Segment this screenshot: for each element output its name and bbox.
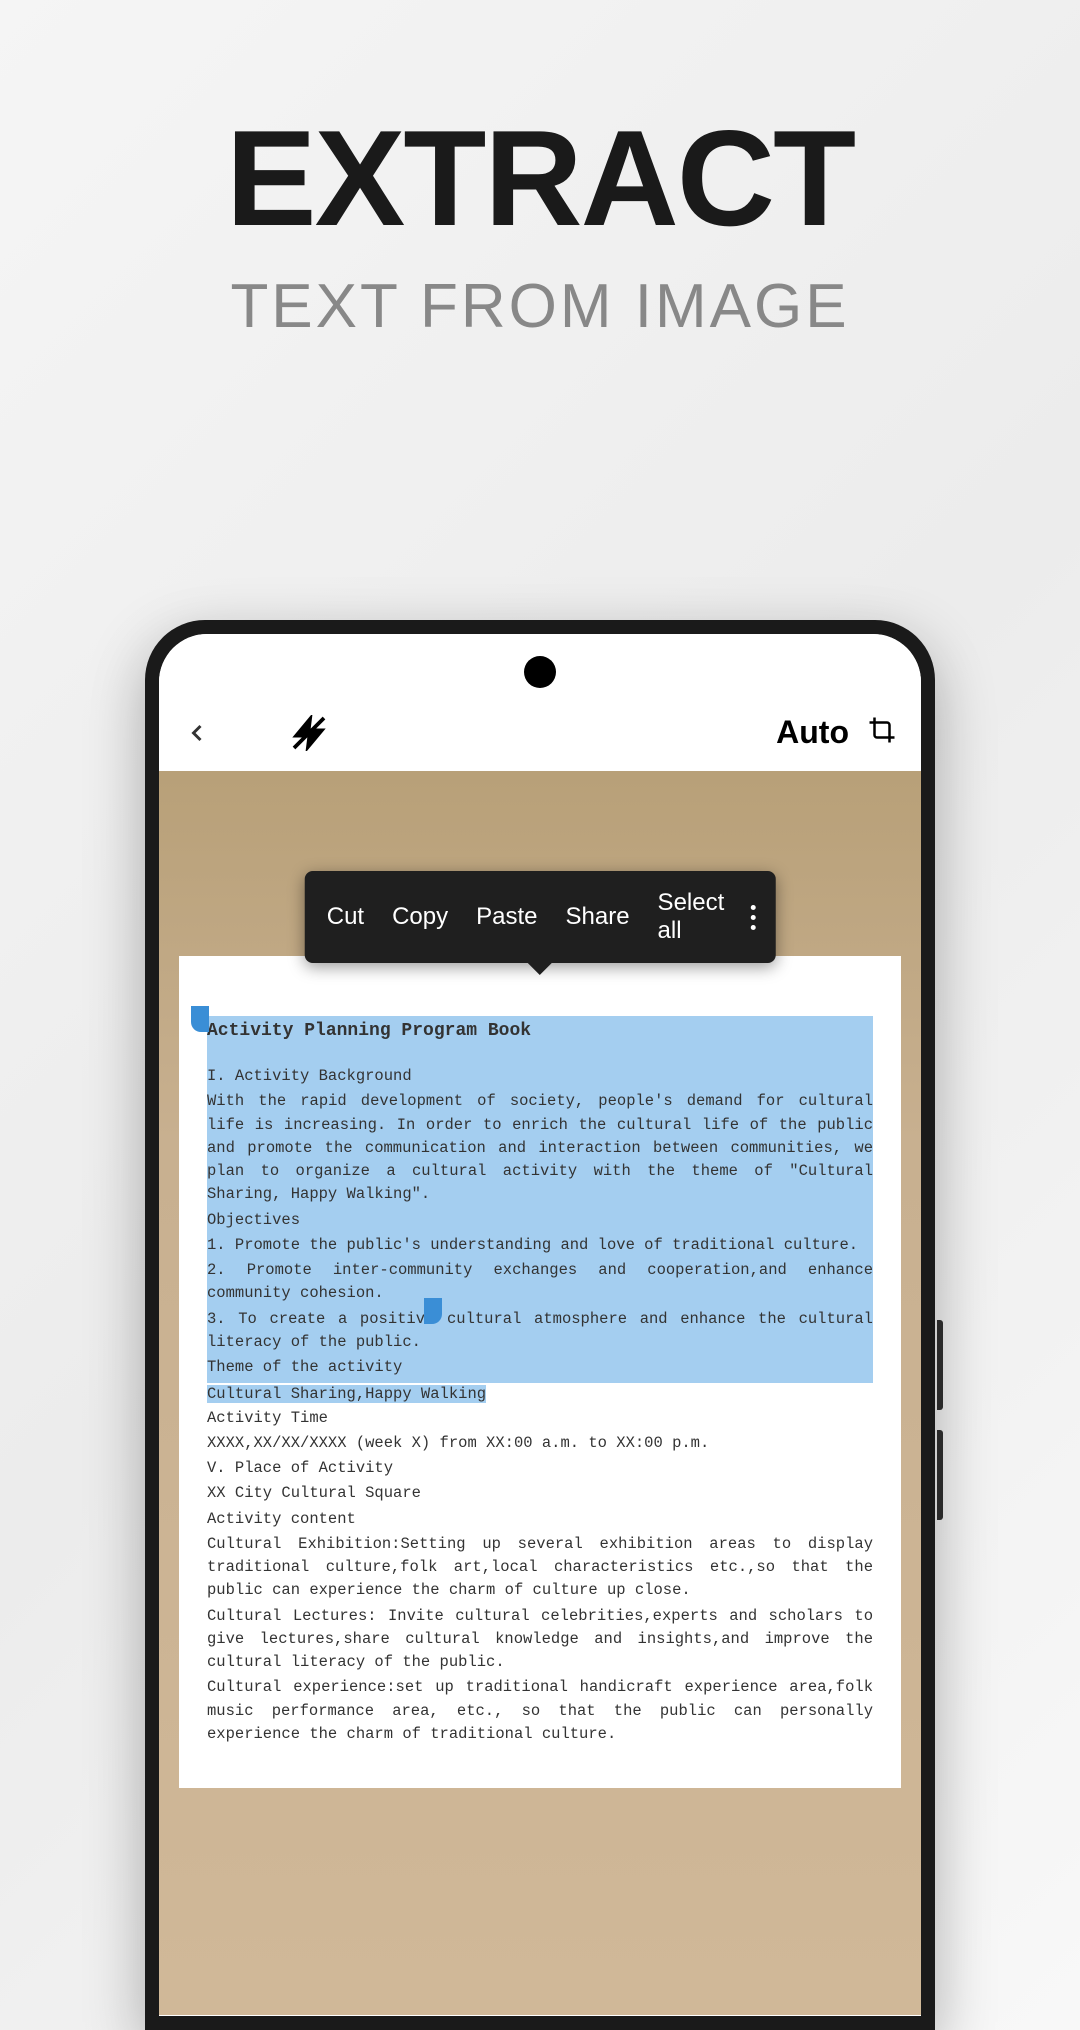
place-label: V. Place of Activity	[207, 1457, 873, 1480]
select-all-button[interactable]: Select all	[644, 889, 739, 945]
more-options-button[interactable]	[738, 905, 767, 930]
camera-notch	[524, 656, 556, 688]
selection-handle-start[interactable]	[191, 1006, 209, 1032]
place-value: XX City Cultural Square	[207, 1482, 873, 1505]
paste-button[interactable]: Paste	[462, 903, 551, 931]
content-paragraph: Cultural Exhibition:Setting up several e…	[207, 1533, 873, 1603]
phone-screen: Auto Cut Copy Paste Share Select all	[159, 634, 921, 2016]
theme-value: Cultural Sharing,Happy Walking	[207, 1385, 486, 1403]
flash-toggle-button[interactable]	[291, 715, 327, 751]
side-button	[937, 1430, 943, 1520]
cut-button[interactable]: Cut	[313, 903, 378, 931]
dot-icon	[750, 915, 755, 920]
content-label: Activity content	[207, 1508, 873, 1531]
hero-subtitle: TEXT FROM IMAGE	[0, 271, 1080, 342]
document-title: Activity Planning Program Book	[207, 1018, 873, 1045]
flash-off-icon	[291, 715, 327, 751]
content-paragraph: Cultural experience:set up traditional h…	[207, 1676, 873, 1746]
theme-label: Theme of the activity	[207, 1356, 873, 1379]
phone-frame: Auto Cut Copy Paste Share Select all	[145, 620, 935, 2030]
section-header: I. Activity Background	[207, 1065, 873, 1088]
objective-item: 1. Promote the public's understanding an…	[207, 1234, 873, 1257]
time-label: Activity Time	[207, 1407, 873, 1430]
selection-handle-end[interactable]	[424, 1298, 442, 1324]
paragraph: With the rapid development of society, p…	[207, 1090, 873, 1206]
time-value: XXXX,XX/XX/XXXX (week X) from XX:00 a.m.…	[207, 1432, 873, 1455]
objective-item: 3. To create a positive cultural atmosph…	[207, 1308, 873, 1355]
app-toolbar: Auto	[159, 634, 921, 771]
copy-button[interactable]: Copy	[378, 903, 462, 931]
back-button[interactable]	[183, 719, 211, 747]
side-button	[937, 1320, 943, 1410]
dot-icon	[750, 905, 755, 910]
crop-icon	[867, 715, 897, 745]
camera-preview: Cut Copy Paste Share Select all Activity…	[159, 771, 921, 2015]
hero-title: EXTRACT	[0, 110, 1080, 246]
dot-icon	[750, 925, 755, 930]
text-selection-menu: Cut Copy Paste Share Select all	[305, 871, 776, 963]
menu-arrow	[526, 961, 554, 975]
extracted-text-document[interactable]: Activity Planning Program Book I. Activi…	[179, 956, 901, 1788]
content-paragraph: Cultural Lectures: Invite cultural celeb…	[207, 1605, 873, 1675]
objective-item: 2. Promote inter-community exchanges and…	[207, 1259, 873, 1306]
crop-button[interactable]	[867, 715, 897, 750]
chevron-left-icon	[183, 719, 211, 747]
share-button[interactable]: Share	[552, 903, 644, 931]
auto-mode-label[interactable]: Auto	[776, 714, 849, 751]
objectives-label: Objectives	[207, 1209, 873, 1232]
